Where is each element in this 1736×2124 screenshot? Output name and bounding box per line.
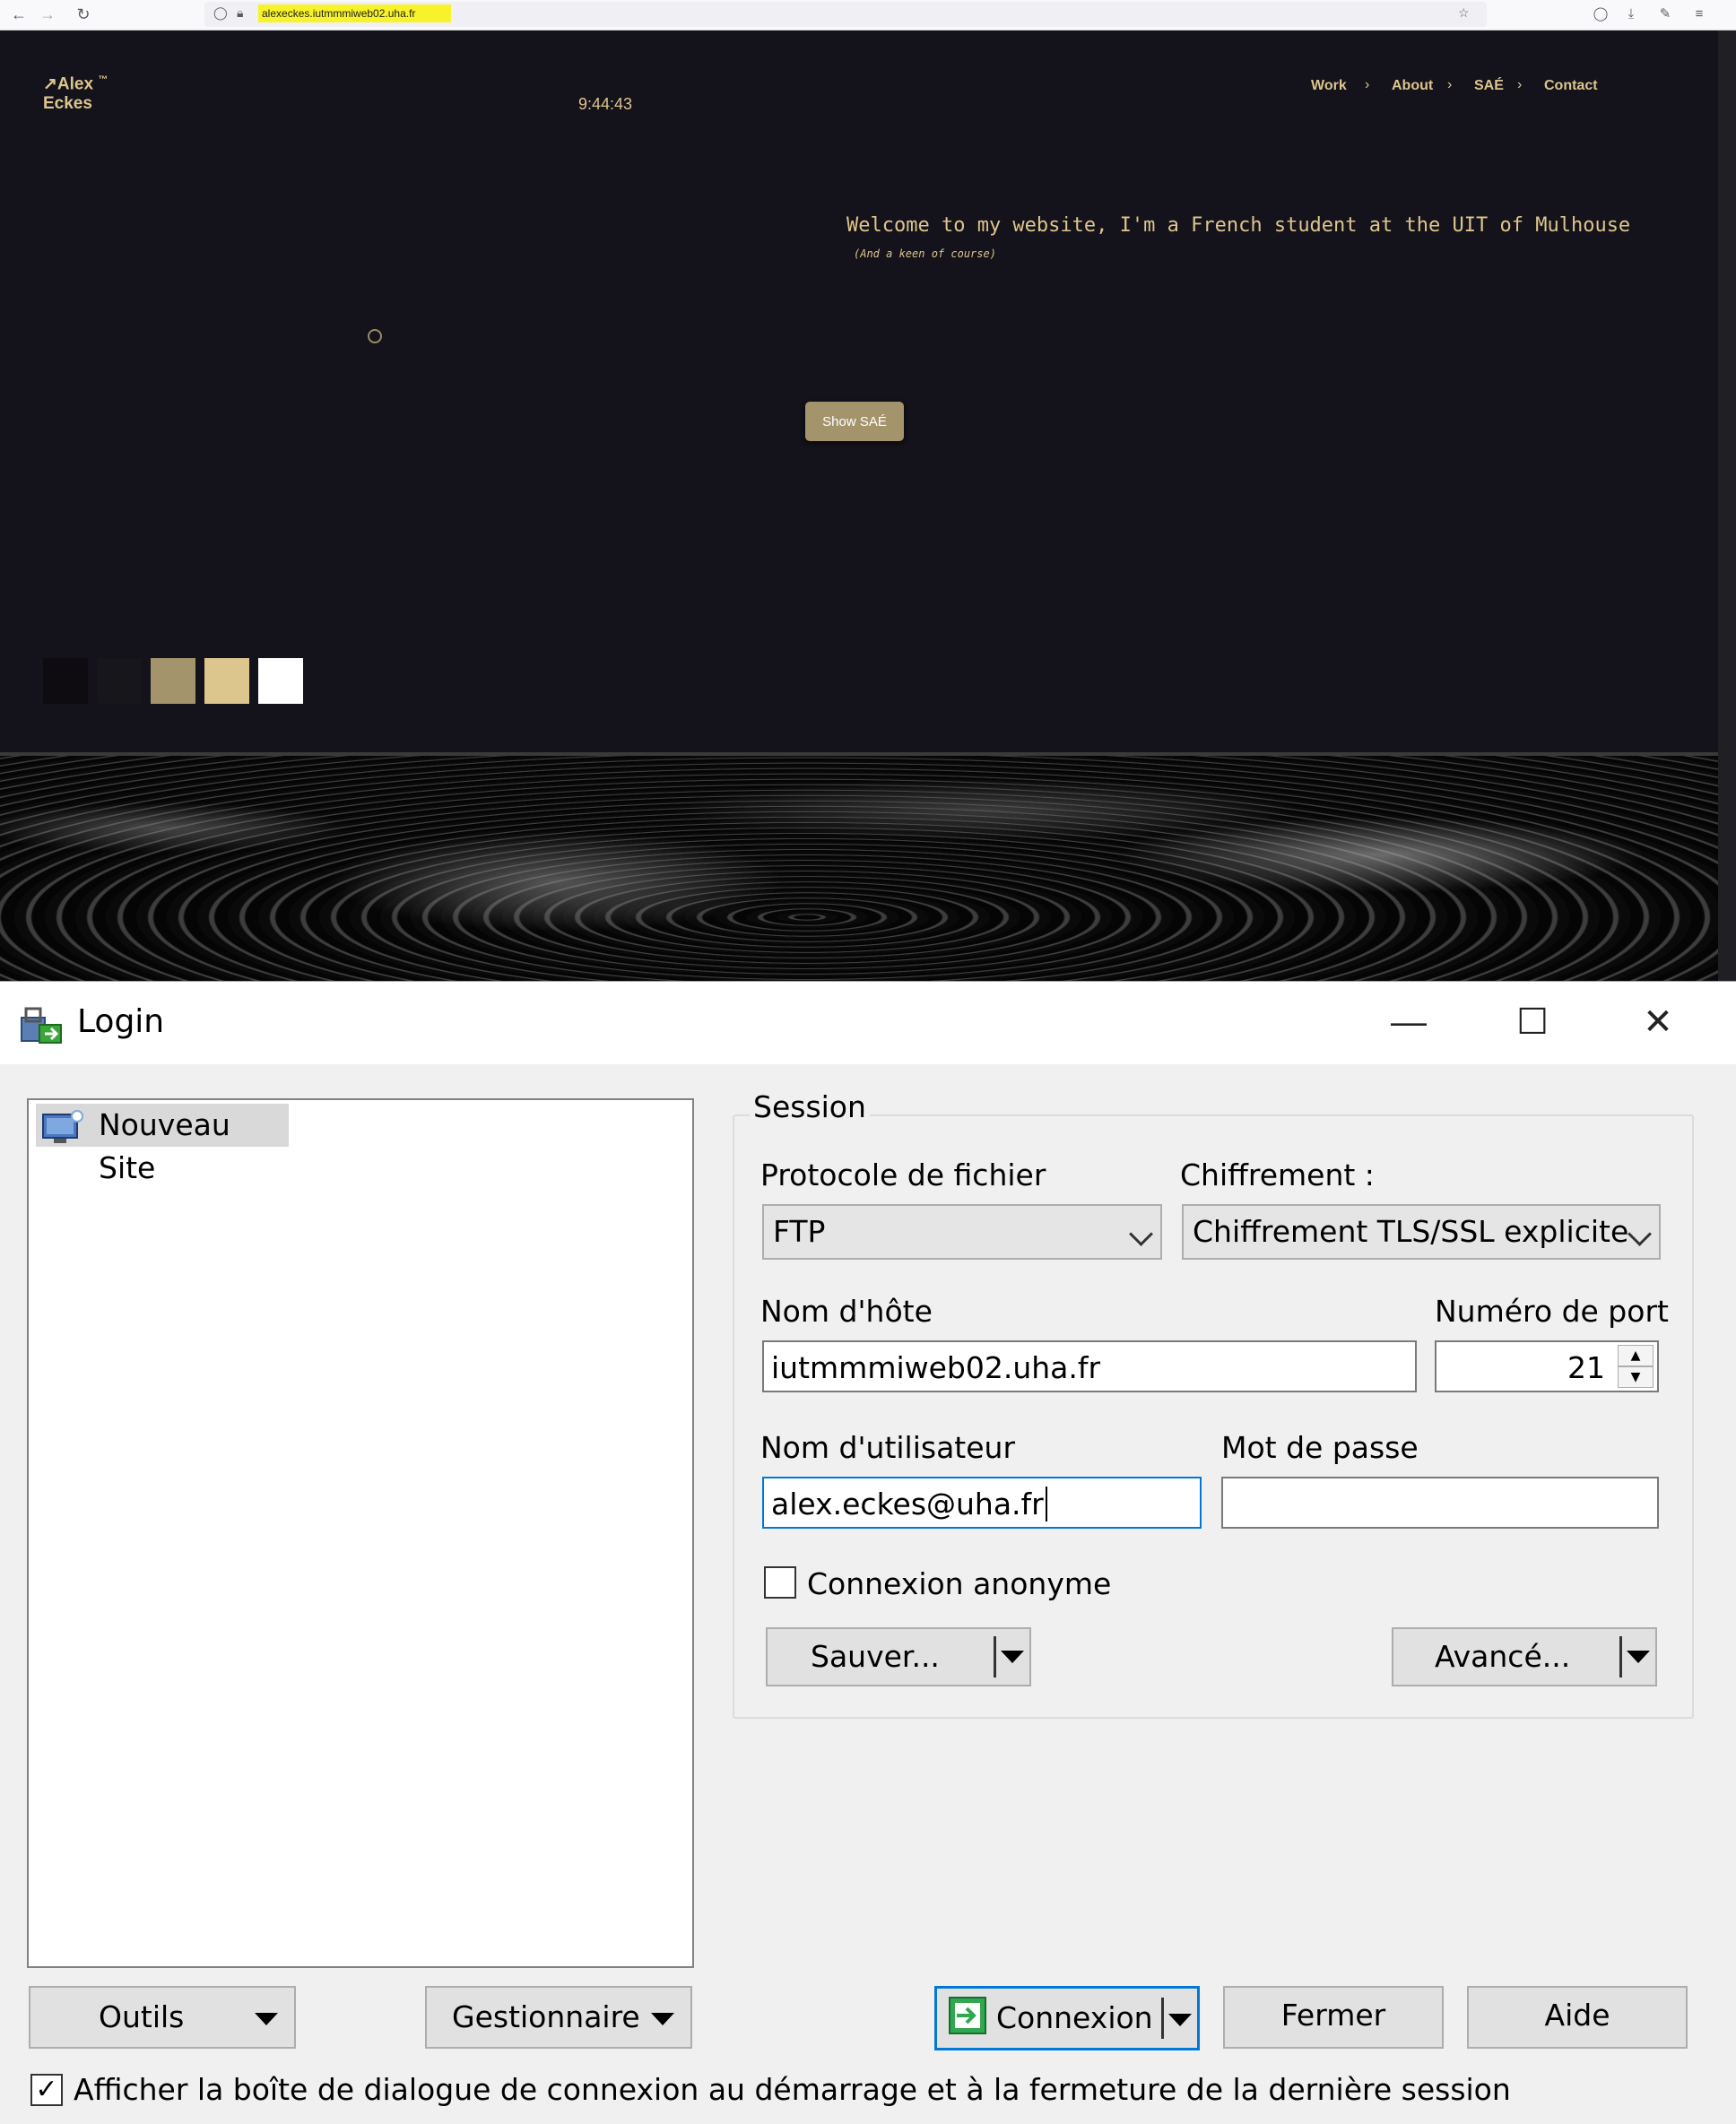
encryption-value: Chiffrement TLS/SSL explicite — [1193, 1214, 1629, 1249]
connect-button[interactable]: Connexion — [934, 1986, 1200, 2050]
username-input[interactable]: alex.eckes@uha.fr — [762, 1477, 1202, 1529]
back-icon[interactable]: ← — [7, 3, 30, 26]
port-spinner[interactable]: ▲ ▼ — [1618, 1345, 1654, 1388]
session-group-title: Session — [750, 1089, 870, 1124]
logo-trademark: ™ — [98, 74, 108, 85]
site-tree-item[interactable]: Nouveau Site — [36, 1104, 289, 1185]
protocol-select[interactable]: FTP — [762, 1204, 1162, 1260]
port-value: 21 — [1567, 1350, 1605, 1385]
split-separator — [994, 1636, 996, 1678]
dialog-titlebar: Login — ☐ ✕ — [0, 982, 1736, 1064]
forward-icon[interactable]: → — [36, 3, 59, 26]
logo-line-2: Eckes — [43, 94, 92, 114]
browser-toolbar: ← → ↻ ◯ 🔒︎ alexeckes.iutmmmiweb02.uha.fr… — [0, 0, 1736, 30]
nav-chevron-icon: › — [1517, 77, 1523, 92]
nav-link-about[interactable]: About — [1392, 78, 1433, 94]
dialog-title: Login — [77, 1003, 165, 1040]
logo-line-1: ↗Alex — [43, 74, 94, 94]
anonymous-checkbox[interactable] — [764, 1566, 796, 1599]
cursor-follower-icon — [368, 329, 382, 343]
dropdown-arrow-icon — [255, 2013, 278, 2025]
color-swatch-3[interactable] — [151, 658, 195, 704]
port-label: Numéro de port — [1435, 1294, 1669, 1329]
split-separator — [1619, 1636, 1622, 1678]
window-edge — [1718, 30, 1736, 981]
advanced-button-label: Avancé... — [1435, 1639, 1571, 1674]
bookmark-star-icon[interactable]: ☆ — [1458, 5, 1470, 21]
chevron-down-icon — [1129, 1222, 1153, 1246]
manager-button-label: Gestionnaire — [452, 1999, 640, 2034]
help-button[interactable]: Aide — [1467, 1986, 1688, 2049]
password-input[interactable] — [1221, 1477, 1659, 1529]
nav-chevron-icon: › — [1447, 77, 1453, 92]
color-swatch-4[interactable] — [204, 658, 249, 704]
connect-button-label: Connexion — [996, 2000, 1153, 2035]
login-dialog: Login — ☐ ✕ Nouveau Site Session Protoco… — [0, 981, 1736, 2124]
tools-button[interactable]: Outils — [29, 1986, 296, 2049]
close-button[interactable]: Fermer — [1223, 1986, 1444, 2049]
reload-icon[interactable]: ↻ — [72, 3, 95, 26]
download-icon[interactable]: ⤓ — [1621, 4, 1641, 25]
site-tree-item-label: Nouveau Site — [99, 1107, 230, 1185]
password-label: Mot de passe — [1221, 1430, 1419, 1465]
site-tree[interactable]: Nouveau Site — [27, 1098, 694, 1968]
minimize-icon[interactable]: — — [1370, 991, 1447, 1053]
manager-button[interactable]: Gestionnaire — [425, 1986, 692, 2049]
website-viewport: ↗Alex ™ Eckes 9:44:43 Work › About › SAÉ… — [0, 30, 1718, 752]
username-label: Nom d'utilisateur — [760, 1430, 1016, 1465]
color-swatch-2[interactable] — [97, 658, 142, 704]
save-button-label: Sauver... — [811, 1639, 940, 1674]
advanced-button[interactable]: Avancé... — [1392, 1627, 1657, 1686]
show-sae-button[interactable]: Show SAÉ — [805, 402, 904, 441]
welcome-note: (And a keen of course) — [854, 247, 996, 260]
welcome-text: Welcome to my website, I'm a French stud… — [846, 212, 1654, 267]
pocket-icon[interactable]: ◯ — [1591, 4, 1610, 25]
port-input[interactable]: 21 ▲ ▼ — [1435, 1340, 1659, 1392]
startup-checkbox[interactable]: ✓ — [30, 2074, 63, 2106]
host-label: Nom d'hôte — [760, 1294, 933, 1329]
split-separator — [1161, 1998, 1164, 2039]
nav-link-work[interactable]: Work — [1311, 78, 1347, 94]
chevron-down-icon — [1628, 1222, 1652, 1246]
welcome-message: Welcome to my website, I'm a French stud… — [846, 214, 1631, 237]
save-button[interactable]: Sauver... — [766, 1627, 1031, 1686]
anonymous-label[interactable]: Connexion anonyme — [807, 1566, 1111, 1601]
login-arrow-icon — [949, 1997, 986, 2034]
lock-icon[interactable]: 🔒︎ — [237, 5, 243, 21]
spin-down-icon[interactable]: ▼ — [1618, 1366, 1654, 1388]
dropdown-arrow-icon[interactable] — [1627, 1651, 1650, 1663]
spin-up-icon[interactable]: ▲ — [1618, 1345, 1654, 1366]
dropdown-arrow-icon[interactable] — [1001, 1651, 1024, 1663]
host-input[interactable]: iutmmmiweb02.uha.fr — [762, 1340, 1417, 1392]
encryption-select[interactable]: Chiffrement TLS/SSL explicite — [1182, 1204, 1661, 1260]
url-bar[interactable]: ◯ 🔒︎ alexeckes.iutmmmiweb02.uha.fr ☆ — [204, 2, 1487, 27]
main-nav: Work › About › SAÉ › Contact — [1180, 77, 1718, 100]
site-logo[interactable]: ↗Alex ™ Eckes — [43, 70, 108, 114]
color-swatch-5[interactable] — [258, 658, 303, 704]
marble-background-image — [0, 752, 1718, 984]
url-text[interactable]: alexeckes.iutmmmiweb02.uha.fr — [258, 4, 452, 22]
dropdown-arrow-icon[interactable] — [1168, 2014, 1192, 2026]
winscp-app-icon — [21, 1007, 62, 1044]
protocol-label: Protocole de fichier — [760, 1157, 1046, 1192]
nav-link-contact[interactable]: Contact — [1544, 78, 1598, 94]
tools-button-label: Outils — [99, 1999, 185, 2034]
nav-link-sae[interactable]: SAÉ — [1474, 78, 1504, 94]
startup-checkbox-label[interactable]: Afficher la boîte de dialogue de connexi… — [74, 2072, 1511, 2107]
new-site-icon — [42, 1110, 83, 1143]
site-clock: 9:44:43 — [578, 95, 633, 113]
nav-chevron-icon: › — [1365, 77, 1370, 92]
encryption-label: Chiffrement : — [1180, 1157, 1375, 1192]
protocol-value: FTP — [773, 1214, 826, 1249]
color-swatch-1[interactable] — [43, 658, 88, 704]
text-caret — [1045, 1487, 1047, 1521]
maximize-icon[interactable]: ☐ — [1494, 991, 1571, 1053]
shield-icon[interactable]: ◯ — [213, 5, 228, 21]
dropdown-arrow-icon — [651, 2013, 674, 2025]
close-icon[interactable]: ✕ — [1619, 991, 1697, 1053]
username-value: alex.eckes@uha.fr — [771, 1487, 1044, 1521]
menu-icon[interactable]: ≡ — [1689, 4, 1709, 25]
eyedropper-icon[interactable]: ✎ — [1655, 4, 1675, 25]
